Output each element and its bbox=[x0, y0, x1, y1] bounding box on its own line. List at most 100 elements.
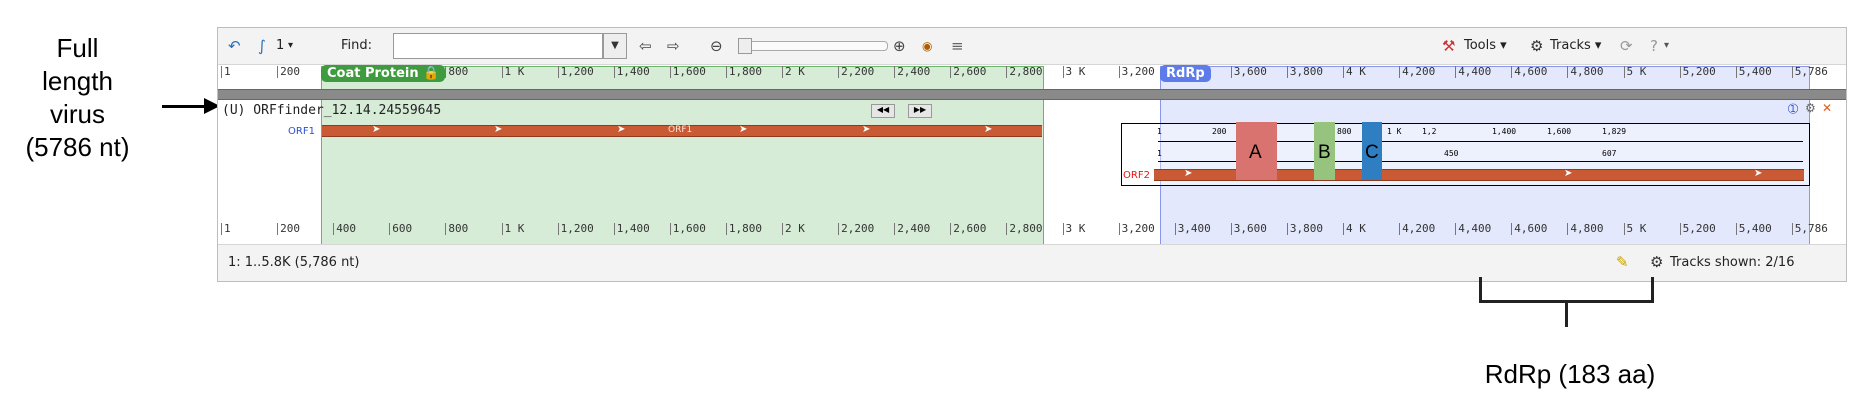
ruler-tick: 4,200 bbox=[1399, 223, 1435, 235]
ruler-tick: 3 K bbox=[1062, 223, 1085, 235]
coat-protein-label: Coat Protein bbox=[327, 66, 419, 81]
ruler-tick: 4,400 bbox=[1455, 223, 1491, 235]
inset-tick: 450 bbox=[1444, 149, 1459, 158]
track-prev-button[interactable]: ◀◀ bbox=[871, 104, 895, 118]
info-icon[interactable]: ➀ bbox=[1788, 102, 1798, 116]
atg-icon[interactable]: ◉ bbox=[922, 37, 932, 55]
ruler-tick: 200 bbox=[277, 66, 300, 78]
find-input[interactable] bbox=[393, 33, 603, 59]
ruler-tick: 600 bbox=[389, 223, 412, 235]
ruler-tick: 5,786 bbox=[1791, 223, 1828, 235]
ruler-tick: 5 K bbox=[1623, 66, 1646, 78]
ruler-tick: 4,600 bbox=[1511, 66, 1547, 78]
orf1-inner-label: ORF1 bbox=[668, 125, 693, 135]
ruler-tick: 2,200 bbox=[838, 66, 874, 78]
ruler-tick: 5,400 bbox=[1735, 223, 1772, 235]
close-icon[interactable]: ✕ bbox=[1822, 101, 1832, 115]
zoom-slider-handle[interactable] bbox=[738, 38, 752, 54]
strand-icon[interactable]: ∫ bbox=[258, 37, 266, 55]
ruler-tick: 4,400 bbox=[1455, 66, 1491, 78]
ruler-tick: 2,400 bbox=[894, 66, 930, 78]
ruler-tick: 200 bbox=[277, 223, 300, 235]
ruler-tick: 1,200 bbox=[557, 223, 594, 235]
status-bar: 1: 1..5.8K (5,786 nt) ✎ ⚙ Tracks shown: … bbox=[218, 244, 1846, 281]
ruler-tick: 400 bbox=[333, 223, 356, 235]
ruler-tick: 1,800 bbox=[725, 223, 762, 235]
ruler-tick: 5,786 bbox=[1791, 66, 1828, 78]
direction-arrow-icon: ➤ bbox=[1564, 168, 1573, 179]
rdrp-caption: RdRp (183 aa) bbox=[1484, 359, 1656, 389]
gear-icon[interactable]: ⚙ bbox=[1650, 253, 1663, 271]
zoom-in-icon[interactable]: ⊕ bbox=[893, 37, 906, 55]
ruler-tick: 3,200 bbox=[1118, 223, 1155, 235]
coat-protein-tag[interactable]: Coat Protein 🔒 bbox=[321, 65, 446, 82]
find-dropdown-button[interactable]: ▼ bbox=[603, 33, 627, 59]
ruler-tick: 2 K bbox=[782, 66, 805, 78]
direction-arrow-icon: ➤ bbox=[617, 124, 626, 135]
ruler-tick: 3,200 bbox=[1118, 66, 1155, 78]
undo-icon[interactable]: ↶ bbox=[228, 37, 241, 55]
direction-arrow-icon: ➤ bbox=[984, 124, 993, 135]
ruler-tick: 3 K bbox=[1062, 66, 1085, 78]
inset-tick: 800 bbox=[1337, 127, 1352, 136]
tracks-menu-button[interactable]: Tracks ▾ bbox=[1550, 38, 1601, 53]
bracket-stem bbox=[1565, 300, 1568, 327]
direction-arrow-icon: ➤ bbox=[494, 124, 503, 135]
ruler-tick: 1 K bbox=[501, 223, 524, 235]
ruler-tick: 4,800 bbox=[1567, 66, 1604, 78]
tracks-shown: Tracks shown: 2/16 bbox=[1670, 255, 1795, 270]
ruler-tick: 2,600 bbox=[950, 66, 986, 78]
edit-icon[interactable]: ✎ bbox=[1616, 253, 1629, 271]
direction-arrow-icon: ➤ bbox=[1184, 168, 1193, 179]
ruler-tick: 3,800 bbox=[1286, 66, 1323, 78]
refresh-icon[interactable]: ⟳ bbox=[1620, 37, 1633, 55]
chevron-down-icon[interactable]: ▾ bbox=[288, 37, 293, 55]
chevron-down-icon[interactable]: ▾ bbox=[1664, 37, 1669, 55]
help-icon[interactable]: ? bbox=[1650, 37, 1658, 55]
gear-icon[interactable]: ⚙ bbox=[1530, 37, 1543, 55]
sequence-viewer: ↶ ∫ 1 ▾ Find: ▼ ⇦ ⇨ ⊖ ⊕ ◉ ≡ ⚒ Tools ▾ ⚙ … bbox=[217, 27, 1847, 282]
label-line: Full bbox=[56, 33, 99, 63]
strand-count[interactable]: 1 bbox=[276, 37, 284, 55]
tools-menu-button[interactable]: Tools ▾ bbox=[1464, 38, 1507, 53]
ruler-tick: 3,600 bbox=[1230, 66, 1267, 78]
track-next-button[interactable]: ▶▶ bbox=[908, 104, 932, 118]
full-length-virus-label: Full length virus (5786 nt) bbox=[0, 32, 155, 164]
ruler-tick: 2,800 bbox=[1006, 223, 1043, 235]
pointer-arrow-line bbox=[162, 105, 206, 108]
ruler-tick: 5,200 bbox=[1679, 223, 1716, 235]
ruler-tick: 4 K bbox=[1343, 223, 1366, 235]
ruler-tick: 4,600 bbox=[1511, 223, 1547, 235]
inset-tick: 200 bbox=[1212, 127, 1227, 136]
orf1-label: ORF1 bbox=[288, 126, 315, 137]
ruler-tick: 5,400 bbox=[1735, 66, 1772, 78]
viewer-toolbar: ↶ ∫ 1 ▾ Find: ▼ ⇦ ⇨ ⊖ ⊕ ◉ ≡ ⚒ Tools ▾ ⚙ … bbox=[218, 28, 1846, 65]
collapse-icon[interactable]: ≡ bbox=[951, 37, 964, 55]
ruler-tick: 4 K bbox=[1343, 66, 1366, 78]
ruler-tick: 1,600 bbox=[669, 223, 706, 235]
inset-tick: 1 K bbox=[1387, 127, 1402, 136]
forward-arrow-icon[interactable]: ⇨ bbox=[667, 37, 680, 55]
zoom-out-icon[interactable]: ⊖ bbox=[710, 37, 723, 55]
rdrp-tag[interactable]: RdRp bbox=[1160, 65, 1211, 82]
gear-icon[interactable]: ⚙ bbox=[1805, 101, 1816, 115]
inset-tick: 1,400 bbox=[1492, 127, 1517, 136]
ruler-tick: 4,200 bbox=[1399, 66, 1435, 78]
motif-b: B bbox=[1314, 122, 1335, 180]
ruler-tick: 2,400 bbox=[894, 223, 930, 235]
zoom-slider[interactable] bbox=[738, 41, 888, 51]
ruler-tick: 1,600 bbox=[669, 66, 706, 78]
range-text: 1: 1..5.8K (5,786 nt) bbox=[228, 255, 360, 270]
inset-tick: 607 bbox=[1602, 149, 1617, 158]
label-line: (5786 nt) bbox=[25, 132, 130, 162]
back-arrow-icon[interactable]: ⇦ bbox=[639, 37, 652, 55]
ruler-tick: 800 bbox=[445, 223, 468, 235]
motif-c: C bbox=[1362, 122, 1382, 180]
ruler-tick: 2 K bbox=[782, 223, 805, 235]
ruler-tick: 3,600 bbox=[1230, 223, 1267, 235]
bottom-ruler: 1 200 400 600 800 1 K 1,200 1,400 1,600 1,800 2 K 2… bbox=[218, 221, 1846, 243]
direction-arrow-icon: ➤ bbox=[739, 124, 748, 135]
inset-tick: 1 bbox=[1157, 127, 1162, 136]
tools-icon[interactable]: ⚒ bbox=[1442, 37, 1455, 55]
ruler-tick: 2,600 bbox=[950, 223, 986, 235]
